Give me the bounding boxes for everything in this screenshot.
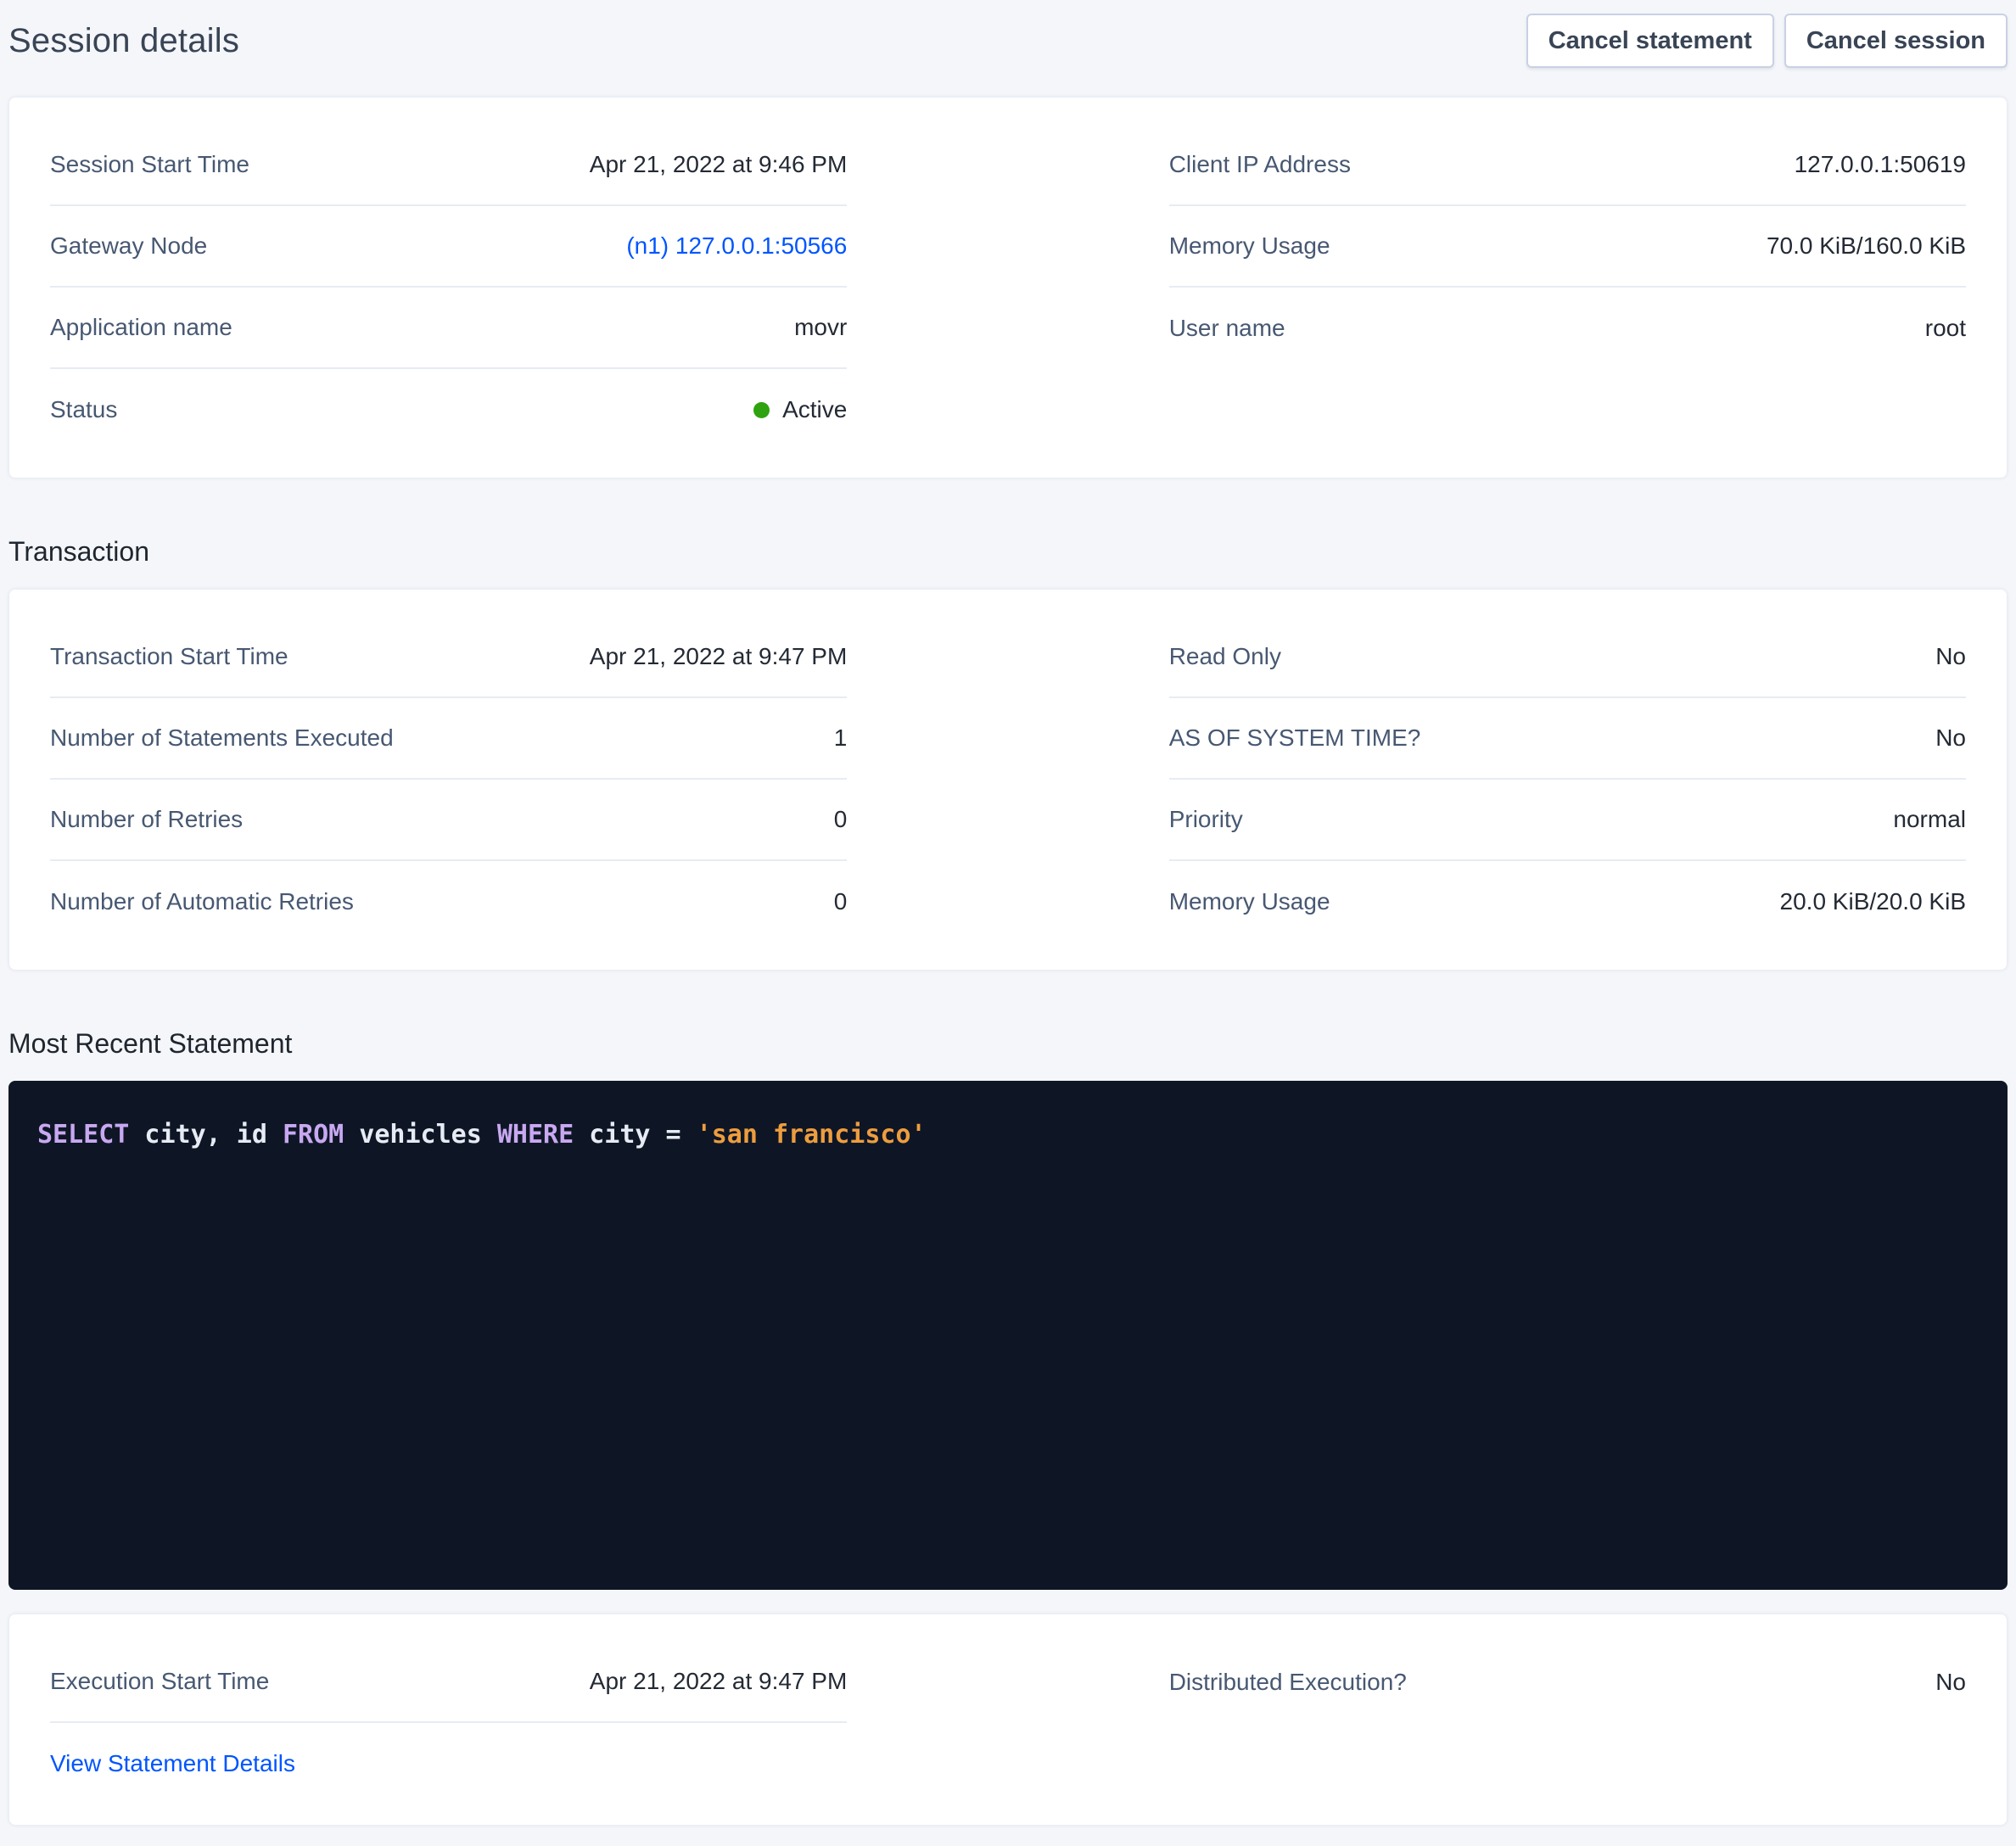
session-card-right-column: Client IP Address 127.0.0.1:50619 Memory… (1169, 125, 1966, 450)
status-badge: Active (753, 396, 847, 423)
status-text: Active (782, 396, 847, 423)
row-label: User name (1169, 315, 1285, 342)
row-value: Apr 21, 2022 at 9:47 PM (590, 1668, 848, 1695)
client-ip-row: Client IP Address 127.0.0.1:50619 (1169, 125, 1966, 206)
execution-card-left-column: Execution Start Time Apr 21, 2022 at 9:4… (50, 1642, 847, 1804)
row-value: 0 (834, 888, 848, 915)
row-label: Session Start Time (50, 151, 249, 178)
cancel-statement-button[interactable]: Cancel statement (1526, 14, 1774, 68)
user-name-row: User name root (1169, 288, 1966, 369)
row-label: Distributed Execution? (1169, 1669, 1407, 1696)
statements-executed-row: Number of Statements Executed 1 (50, 698, 847, 780)
sql-keyword: SELECT (37, 1120, 129, 1150)
row-value: root (1925, 315, 1966, 342)
row-label: Number of Automatic Retries (50, 888, 354, 915)
session-summary-card: Session Start Time Apr 21, 2022 at 9:46 … (8, 97, 2008, 478)
transaction-summary-card: Transaction Start Time Apr 21, 2022 at 9… (8, 589, 2008, 971)
gateway-node-row: Gateway Node (n1) 127.0.0.1:50566 (50, 206, 847, 288)
row-label: Gateway Node (50, 232, 207, 260)
row-value: 20.0 KiB/20.0 KiB (1780, 888, 1966, 915)
sql-string-literal: 'san francisco' (697, 1120, 927, 1150)
header-actions: Cancel statement Cancel session (1526, 14, 2008, 68)
row-label: Status (50, 396, 117, 423)
sql-identifier: city, id (129, 1120, 283, 1150)
view-statement-details-link[interactable]: View Statement Details (50, 1750, 295, 1777)
most-recent-statement-heading: Most Recent Statement (8, 1030, 2008, 1057)
active-status-icon (753, 402, 770, 418)
row-value: 70.0 KiB/160.0 KiB (1767, 232, 1966, 260)
sql-identifier: vehicles (344, 1120, 497, 1150)
sql-keyword: WHERE (497, 1120, 574, 1150)
page-header: Session details Cancel statement Cancel … (8, 14, 2008, 68)
row-value: normal (1893, 806, 1966, 833)
row-value: movr (794, 314, 847, 341)
distributed-execution-row: Distributed Execution? No (1169, 1642, 1966, 1723)
execution-card-right-column: Distributed Execution? No (1169, 1642, 1966, 1804)
view-statement-details-row: View Statement Details (50, 1723, 847, 1804)
page-title: Session details (8, 14, 239, 68)
row-value: 1 (834, 724, 848, 752)
number-of-retries-row: Number of Retries 0 (50, 780, 847, 861)
cancel-session-button[interactable]: Cancel session (1784, 14, 2008, 68)
row-label: Priority (1169, 806, 1243, 833)
row-value: No (1935, 643, 1966, 670)
session-details-page: Session details Cancel statement Cancel … (0, 0, 2016, 1826)
row-value: No (1935, 724, 1966, 752)
as-of-system-time-row: AS OF SYSTEM TIME? No (1169, 698, 1966, 780)
sql-keyword: FROM (283, 1120, 344, 1150)
session-card-left-column: Session Start Time Apr 21, 2022 at 9:46 … (50, 125, 847, 450)
row-value: 0 (834, 806, 848, 833)
transaction-memory-usage-row: Memory Usage 20.0 KiB/20.0 KiB (1169, 861, 1966, 943)
row-label: Execution Start Time (50, 1668, 269, 1695)
application-name-row: Application name movr (50, 288, 847, 369)
sql-statement-box: SELECT city, id FROM vehicles WHERE city… (8, 1081, 2008, 1590)
read-only-row: Read Only No (1169, 617, 1966, 698)
priority-row: Priority normal (1169, 780, 1966, 861)
transaction-start-time-row: Transaction Start Time Apr 21, 2022 at 9… (50, 617, 847, 698)
execution-summary-card: Execution Start Time Apr 21, 2022 at 9:4… (8, 1614, 2008, 1826)
memory-usage-row: Memory Usage 70.0 KiB/160.0 KiB (1169, 206, 1966, 288)
row-value: No (1935, 1669, 1966, 1696)
row-value: Apr 21, 2022 at 9:47 PM (590, 643, 848, 670)
row-label: Application name (50, 314, 232, 341)
row-value: Apr 21, 2022 at 9:46 PM (590, 151, 848, 178)
session-start-time-row: Session Start Time Apr 21, 2022 at 9:46 … (50, 125, 847, 206)
gateway-node-link[interactable]: (n1) 127.0.0.1:50566 (626, 232, 847, 260)
transaction-section-heading: Transaction (8, 538, 2008, 565)
row-label: Number of Statements Executed (50, 724, 394, 752)
row-label: Client IP Address (1169, 151, 1351, 178)
transaction-card-left-column: Transaction Start Time Apr 21, 2022 at 9… (50, 617, 847, 943)
status-row: Status Active (50, 369, 847, 450)
row-value: 127.0.0.1:50619 (1795, 151, 1966, 178)
row-label: Read Only (1169, 643, 1281, 670)
automatic-retries-row: Number of Automatic Retries 0 (50, 861, 847, 943)
execution-start-time-row: Execution Start Time Apr 21, 2022 at 9:4… (50, 1642, 847, 1723)
row-label: AS OF SYSTEM TIME? (1169, 724, 1421, 752)
row-label: Number of Retries (50, 806, 243, 833)
sql-statement-text: SELECT city, id FROM vehicles WHERE city… (37, 1120, 1979, 1150)
sql-identifier: city = (574, 1120, 697, 1150)
row-label: Memory Usage (1169, 888, 1330, 915)
row-label: Memory Usage (1169, 232, 1330, 260)
transaction-card-right-column: Read Only No AS OF SYSTEM TIME? No Prior… (1169, 617, 1966, 943)
row-label: Transaction Start Time (50, 643, 288, 670)
